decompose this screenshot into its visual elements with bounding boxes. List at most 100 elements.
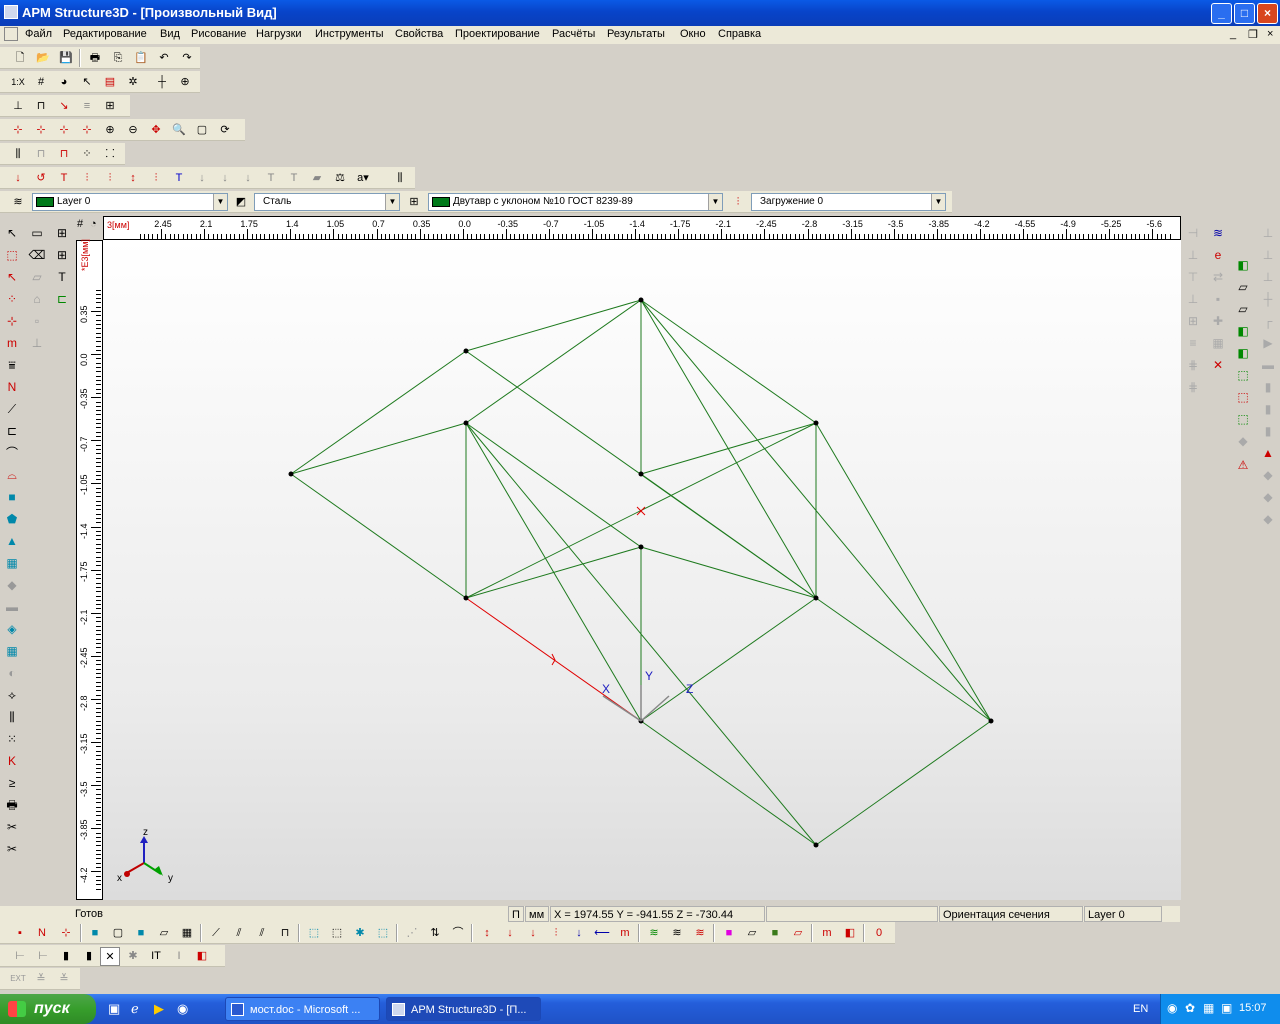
- redo-icon[interactable]: ↷: [177, 49, 197, 68]
- mirror-icon[interactable]: ⁙: [2, 730, 22, 749]
- maximize-button[interactable]: □: [1234, 3, 1255, 24]
- view-yz-icon[interactable]: ⊹: [54, 121, 74, 140]
- warning-icon[interactable]: ⚠: [1233, 456, 1253, 475]
- filter-plate-2-icon[interactable]: ▢: [108, 924, 128, 943]
- display-2-icon[interactable]: ⊢: [33, 947, 53, 966]
- filter-section-icon[interactable]: ▱: [742, 924, 762, 943]
- menu-file[interactable]: Файл: [25, 28, 52, 40]
- array-icon[interactable]: ⫼: [2, 708, 22, 727]
- open-file-icon[interactable]: 📂: [33, 49, 53, 68]
- solid-cube-1-icon[interactable]: ⬚: [1233, 366, 1253, 385]
- ie-icon[interactable]: ℯ: [131, 1001, 139, 1017]
- tray-2-icon[interactable]: ✿: [1185, 1001, 1195, 1015]
- chevron-down-icon[interactable]: ▼: [931, 194, 945, 210]
- menu-edit[interactable]: Редактирование: [63, 28, 147, 40]
- cursor-icon[interactable]: ↖: [77, 73, 97, 92]
- menu-draw[interactable]: Рисование: [191, 28, 246, 40]
- plate-icon[interactable]: ⊓: [31, 145, 51, 164]
- mass-icon[interactable]: m: [2, 334, 22, 353]
- points-icon[interactable]: ⁘: [77, 145, 97, 164]
- snap-icon[interactable]: ⊕: [175, 73, 195, 92]
- section-icon[interactable]: ⊞: [404, 193, 424, 212]
- node-axes-icon[interactable]: ⊹: [2, 312, 22, 331]
- split-icon[interactable]: ✂: [2, 818, 22, 837]
- select-arrow-icon[interactable]: ↖: [2, 224, 22, 243]
- filter-solid-2-icon[interactable]: ⬚: [327, 924, 347, 943]
- view-iso-icon[interactable]: ⊹: [77, 121, 97, 140]
- ruler-icon[interactable]: ▤: [100, 73, 120, 92]
- display-5-icon[interactable]: ✕: [100, 947, 120, 966]
- display-6-icon[interactable]: ✱: [123, 947, 143, 966]
- mdi-restore-icon[interactable]: ❐: [1248, 28, 1258, 41]
- display-8-icon[interactable]: I: [169, 947, 189, 966]
- section-select[interactable]: Двутавр с уклоном №10 ГОСТ 8239-89 ▼: [428, 193, 723, 211]
- filter-solid-3-icon[interactable]: ✱: [350, 924, 370, 943]
- media-player-icon[interactable]: ▶: [154, 1001, 164, 1017]
- axes-icon[interactable]: ⊥: [8, 97, 28, 116]
- ruler-grid-icon[interactable]: #: [77, 218, 83, 230]
- eraser-icon[interactable]: ⌫: [27, 246, 47, 265]
- filter-cube-icon[interactable]: ◧: [840, 924, 860, 943]
- filter-plate-3-icon[interactable]: ■: [131, 924, 151, 943]
- filter-plate-5-icon[interactable]: ▦: [177, 924, 197, 943]
- force-icon[interactable]: ↓: [8, 169, 28, 188]
- copy-icon[interactable]: ⎘: [108, 49, 128, 68]
- menu-calculations[interactable]: Расчёты: [552, 28, 595, 40]
- filter-load-4-icon[interactable]: ↓: [569, 924, 589, 943]
- section-table-icon[interactable]: ⊞: [52, 246, 72, 265]
- scale-elements-icon[interactable]: ≥: [2, 774, 22, 793]
- chevron-down-icon[interactable]: ▼: [213, 194, 227, 210]
- arc-icon[interactable]: ⌒: [2, 444, 22, 463]
- filter-load-2-icon[interactable]: ↓: [523, 924, 543, 943]
- menu-window[interactable]: Окно: [680, 28, 706, 40]
- filter-layer-2-icon[interactable]: ≋: [667, 924, 687, 943]
- filter-bar-1-icon[interactable]: ⟋: [206, 924, 226, 943]
- filter-bar-3-icon[interactable]: ⫽: [252, 924, 272, 943]
- new-file-icon[interactable]: 🗋: [10, 49, 30, 68]
- filter-load-3-icon[interactable]: ⫶: [546, 924, 566, 943]
- load-group-icon[interactable]: ⫶: [146, 169, 166, 188]
- close-button[interactable]: ×: [1257, 3, 1278, 24]
- load-node-icon[interactable]: ↕: [123, 169, 143, 188]
- tray-1-icon[interactable]: ◉: [1167, 1001, 1177, 1015]
- support-fixed-icon[interactable]: ▲: [1258, 444, 1278, 463]
- pan-icon[interactable]: ✥: [146, 121, 166, 140]
- rotate-elements-icon[interactable]: K: [2, 752, 22, 771]
- mesh-icon[interactable]: ⊞: [100, 97, 120, 116]
- section-view-icon[interactable]: ▭: [27, 224, 47, 243]
- filter-plane-icon[interactable]: ▱: [788, 924, 808, 943]
- plate-quad-icon[interactable]: ■: [2, 488, 22, 507]
- material-icon[interactable]: ◩: [231, 193, 251, 212]
- load-trapezoid-icon[interactable]: ⫶: [100, 169, 120, 188]
- moment-icon[interactable]: ↺: [31, 169, 51, 188]
- task-apm[interactable]: APM Structure3D - [П...: [386, 997, 541, 1021]
- spring-icon[interactable]: ⫼: [390, 169, 410, 188]
- filter-color-green-icon[interactable]: ■: [765, 924, 785, 943]
- start-button[interactable]: пуск: [0, 994, 96, 1024]
- cut-icon[interactable]: ✂: [2, 840, 22, 859]
- menu-tools[interactable]: Инструменты: [315, 28, 384, 40]
- solid-4-icon[interactable]: ▦: [2, 642, 22, 661]
- settings-icon[interactable]: ✲: [123, 73, 143, 92]
- filter-mass-2-icon[interactable]: m: [817, 924, 837, 943]
- member-icon[interactable]: ⟋: [2, 400, 22, 419]
- filter-release-icon[interactable]: N: [32, 924, 52, 943]
- plate-tri-icon[interactable]: ▲: [2, 532, 22, 551]
- solid-3-icon[interactable]: ◈: [2, 620, 22, 639]
- material-select[interactable]: Сталь ▼: [254, 193, 400, 211]
- portal-icon[interactable]: ⊓: [54, 145, 74, 164]
- filter-color-magenta-icon[interactable]: ■: [719, 924, 739, 943]
- frame-icon[interactable]: ⊓: [31, 97, 51, 116]
- filter-bar-4-icon[interactable]: ⊓: [275, 924, 295, 943]
- chevron-down-icon[interactable]: ▼: [708, 194, 722, 210]
- filter-arrows-icon[interactable]: ⇅: [425, 924, 445, 943]
- weight-icon[interactable]: ⚖: [330, 169, 350, 188]
- tray-3-icon[interactable]: ▦: [1203, 1001, 1214, 1015]
- mdi-close-icon[interactable]: ×: [1267, 28, 1273, 40]
- grid-icon[interactable]: #: [31, 73, 51, 92]
- menu-help[interactable]: Справка: [718, 28, 761, 40]
- solid-cube-3-icon[interactable]: ⬚: [1233, 410, 1253, 429]
- column-icon[interactable]: ⫼: [8, 145, 28, 164]
- structure-drawing[interactable]: X Y Z z x y: [103, 240, 1181, 900]
- filter-arc-icon[interactable]: ⌒: [448, 924, 468, 943]
